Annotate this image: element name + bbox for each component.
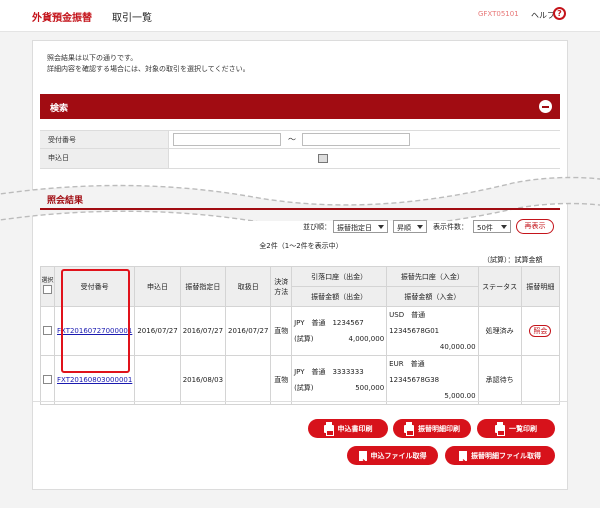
source-account-cell: JPY 普通 3333333 (試算) 500,000 [291,355,388,405]
page-title: 取引一覧 [112,13,152,24]
total-count-text: 全2件（1～2件を表示中） [259,242,343,250]
redisplay-button[interactable]: 再表示 [516,219,554,234]
file-download-icon [358,450,367,461]
main-panel: 照会結果は以下の通りです。 詳細内容を確認する場合には、対象の取引を選択してくだ… [0,40,600,490]
get-detail-file-button[interactable]: 振替明細ファイル取得 [445,446,555,465]
destination-amount-header: 振替金額（入金） [386,286,479,307]
printer-icon [323,421,334,436]
section-divider [33,401,567,402]
results-title: 照会結果 [47,196,84,206]
sort-order-select[interactable]: 昇順 [393,220,427,233]
receipt-number-link[interactable]: FXT20160803000001 [57,376,132,384]
settlement-method-cell: 直物 [270,306,293,356]
search-title: 検索 [50,104,69,114]
receipt-number-from-input[interactable] [173,133,281,146]
get-application-file-button[interactable]: 申込ファイル取得 [347,446,438,465]
handling-date-cell: 2016/07/27 [225,306,272,356]
test-calc-note: （試算）：試算金額 [483,256,543,264]
print-application-button[interactable]: 申込書印刷 [308,419,388,438]
results-title-underline [40,208,560,210]
handling-date-cell [225,355,272,405]
printer-icon [404,421,414,436]
apply-date-cell: 2016/07/27 [134,306,181,356]
display-count-label: 表示件数： [433,223,468,231]
app-title: 外貨預金振替 [32,13,92,24]
transfer-date-cell: 2016/07/27 [179,306,227,356]
status-cell: 承認待ち [477,355,522,405]
row-checkbox[interactable] [43,374,52,384]
select-all-checkbox[interactable] [43,285,52,294]
source-amount-header: 振替金額（出金） [291,286,388,307]
apply-date-cell [134,355,181,405]
destination-account-cell: USD 普通 12345678G01 40,000.00 [386,306,479,356]
source-account-cell: JPY 普通 1234567 (試算) 4,000,000 [291,306,388,356]
receipt-number-header: 受付番号 [53,266,136,307]
receipt-number-link[interactable]: FXT20160727000001 [57,327,132,335]
table-row[interactable]: FXT20160803000001 2016/08/03 直物 JPY 普通 3… [40,355,561,405]
receipt-number-to-input[interactable] [302,133,410,146]
chevron-down-icon [378,225,384,229]
help-link[interactable]: ヘルプ [531,10,555,21]
sort-key-select[interactable]: 振替指定日 [333,220,388,233]
settlement-method-header: 決済方法 [270,266,293,307]
receipt-number-label: 受付番号 [40,131,169,148]
status-header: ステータス [477,266,522,307]
table-row[interactable]: FXT20160727000001 2016/07/27 2016/07/27 … [40,306,561,356]
transfer-date-cell: 2016/08/03 [179,355,227,405]
collapse-minus-icon[interactable] [539,100,552,113]
display-count-select[interactable]: 50件 [473,220,511,233]
detail-view-button[interactable]: 照会 [529,325,552,337]
results-table: 選択 受付番号 申込日 振替指定日 取扱日 決済方法 引落口座（出金） 振替先口… [40,266,561,405]
print-detail-button[interactable]: 振替明細印刷 [393,419,471,438]
row-checkbox[interactable] [43,325,52,335]
chevron-down-icon [417,225,423,229]
top-bar: 外貨預金振替 取引一覧 GFXT05101 ヘルプ ? [0,0,600,32]
source-account-header: 引落口座（出金） [291,266,388,287]
printer-icon [495,421,505,436]
question-circle-icon[interactable]: ? [553,7,566,20]
search-section-header[interactable]: 検索 [40,94,560,119]
range-separator: ～ [288,135,296,144]
detail-cell [520,355,561,405]
sort-label: 並び順： [303,223,331,231]
receipt-number-row: 受付番号 ～ [40,130,560,149]
intro-text: 照会結果は以下の通りです。 詳細内容を確認する場合には、対象の取引を選択してくだ… [47,54,250,73]
select-header: 選択 [40,266,55,307]
apply-date-header: 申込日 [134,266,181,307]
transfer-date-header: 振替指定日 [179,266,227,307]
destination-account-cell: EUR 普通 12345678G38 5,000.00 [386,355,479,405]
print-list-button[interactable]: 一覧印刷 [477,419,555,438]
settlement-method-cell: 直物 [270,355,293,405]
handling-date-header: 取扱日 [225,266,272,307]
detail-header: 振替明細 [520,266,561,307]
screen-id: GFXT05101 [478,10,519,18]
destination-account-header: 振替先口座（入金） [386,266,479,287]
file-download-icon [459,450,467,461]
status-cell: 処理済み [477,306,522,356]
torn-page-divider [0,176,600,221]
chevron-down-icon [501,225,507,229]
